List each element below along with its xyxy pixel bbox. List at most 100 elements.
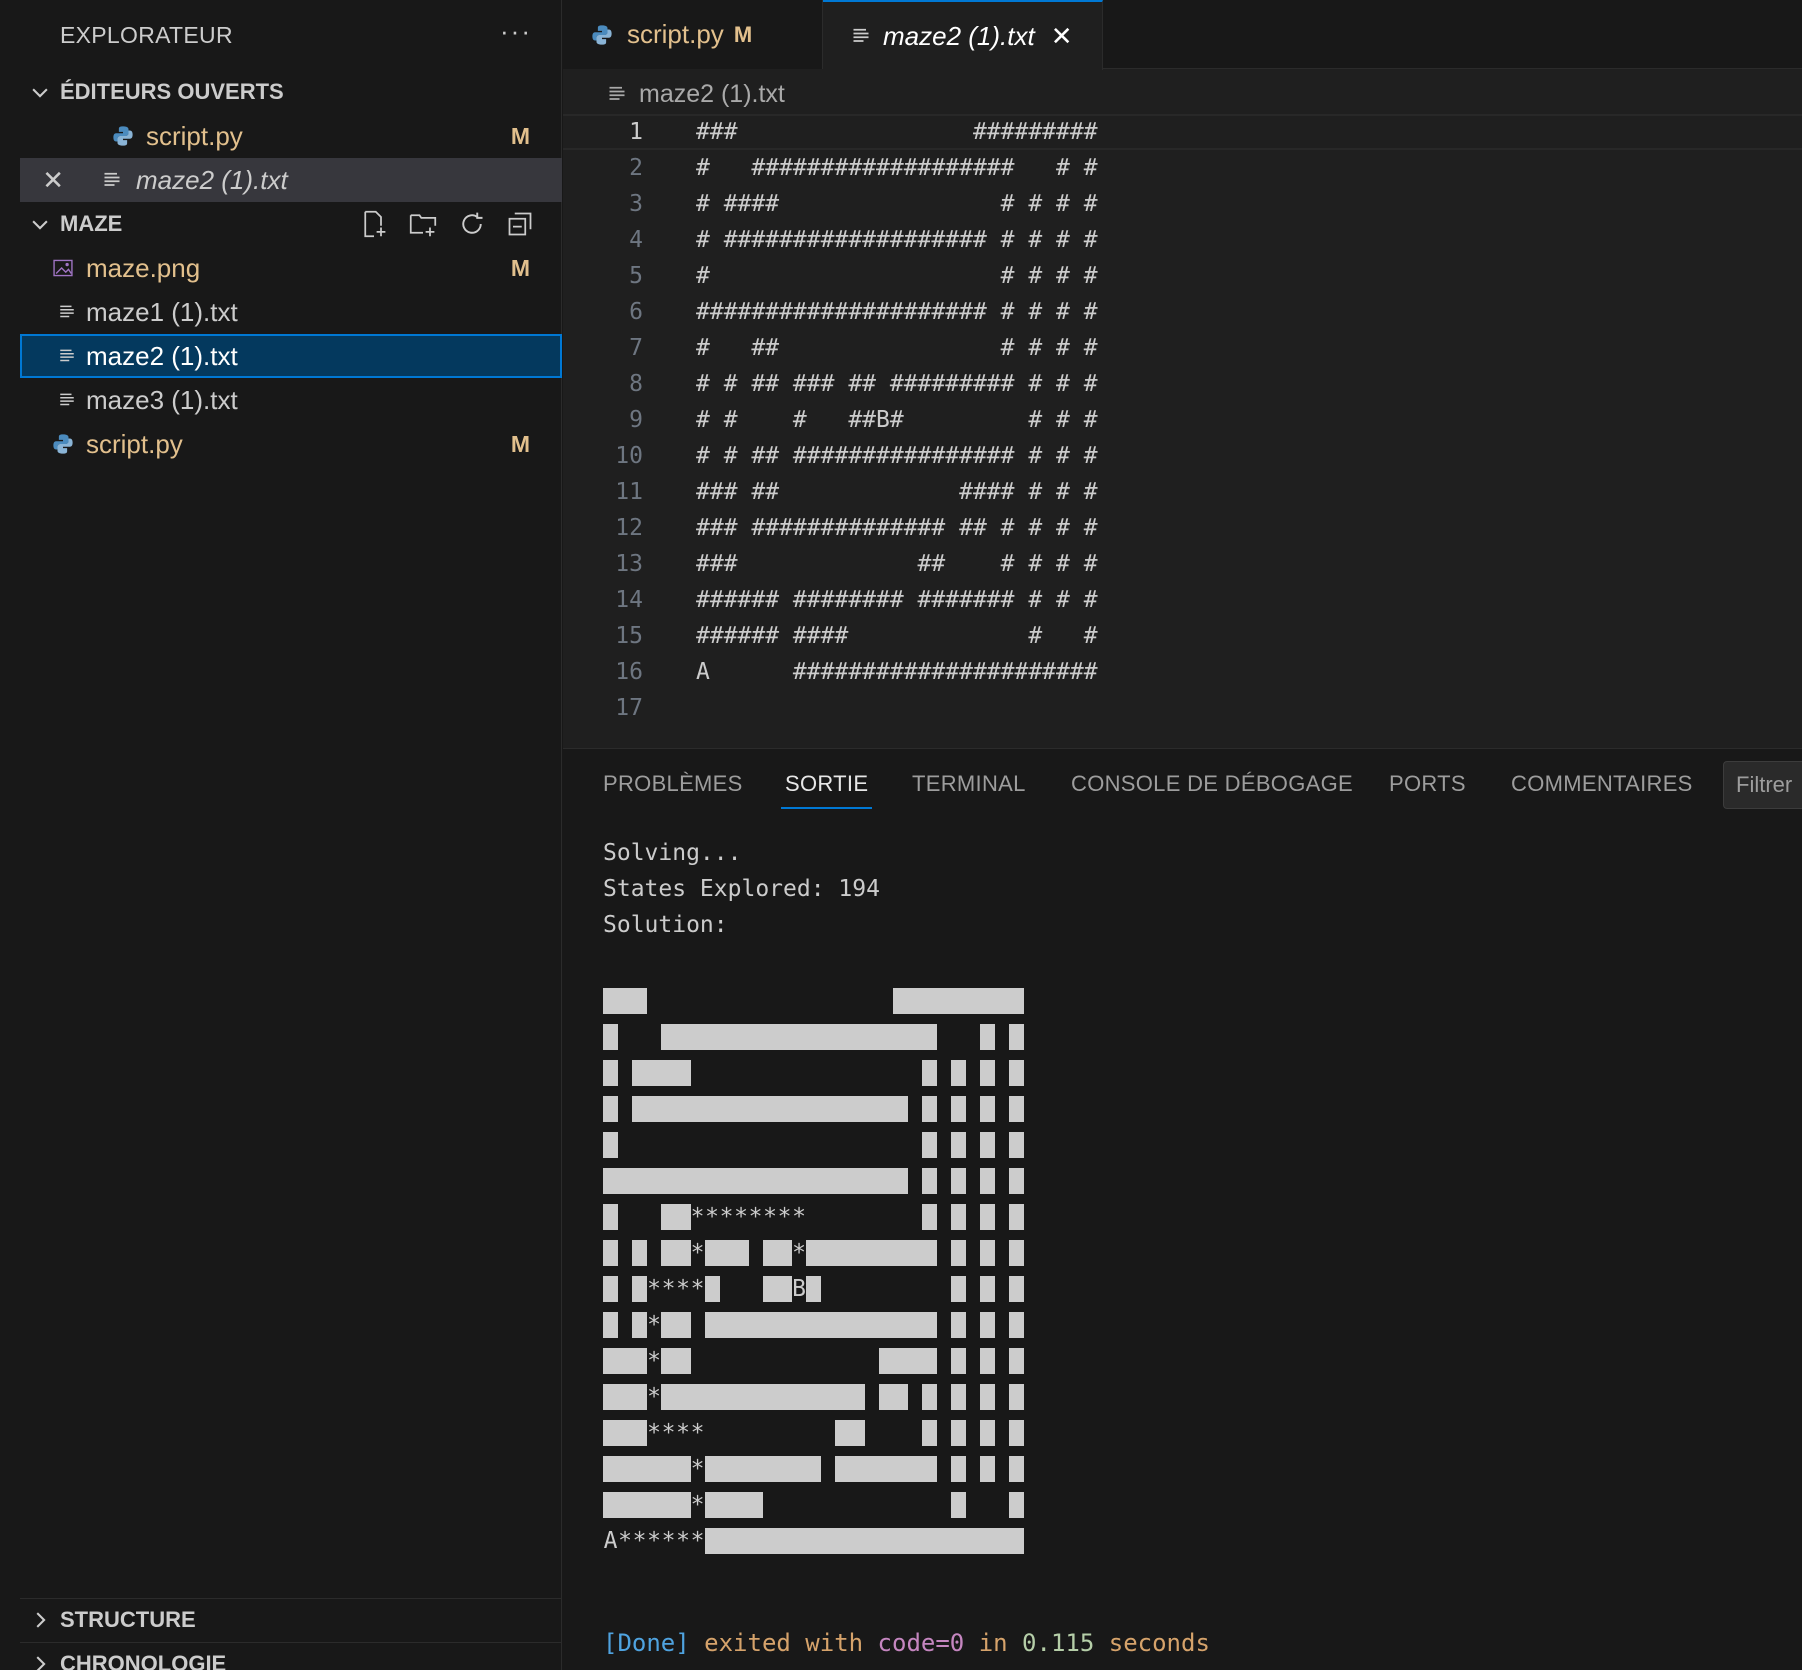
more-actions-button[interactable]: ··· bbox=[500, 16, 532, 47]
wall-cell bbox=[994, 1528, 1010, 1554]
code-line[interactable]: 12 ### ############## ## # # # # bbox=[563, 510, 1802, 546]
wall-cell bbox=[733, 1456, 749, 1482]
code-line[interactable]: 17 bbox=[563, 690, 1802, 726]
code-line[interactable]: 8 # # ## ### ## ######### # # # bbox=[563, 366, 1802, 402]
wall-cell bbox=[951, 1132, 967, 1158]
tab-output[interactable]: SORTIE bbox=[780, 771, 873, 809]
tab-terminal[interactable]: TERMINAL bbox=[912, 771, 1026, 797]
path-cell: * bbox=[647, 1420, 661, 1446]
wall-cell bbox=[661, 1096, 677, 1122]
wall-cell bbox=[661, 1240, 677, 1266]
path-cell: * bbox=[690, 1204, 705, 1230]
wall-cell bbox=[632, 1384, 648, 1410]
code-line[interactable]: 11 ### ## #### # # # bbox=[563, 474, 1802, 510]
done-text: exited with bbox=[689, 1629, 878, 1657]
code-line[interactable]: 10 # # ## ################ # # # bbox=[563, 438, 1802, 474]
panel-tabs: PROBLÈMES SORTIE TERMINAL CONSOLE DE DÉB… bbox=[563, 749, 1802, 819]
wall-cell bbox=[603, 988, 619, 1014]
code-line[interactable]: 4 # ################### # # # # bbox=[563, 222, 1802, 258]
tab-label: script.py bbox=[627, 19, 724, 49]
wall-cell bbox=[922, 988, 938, 1014]
tab-comments[interactable]: COMMENTAIRES bbox=[1511, 771, 1693, 797]
wall-cell bbox=[980, 1060, 996, 1086]
file-maze3[interactable]: maze3 (1).txt bbox=[20, 378, 562, 422]
line-number: 3 bbox=[629, 191, 643, 217]
tab-bar: script.py M maze2 (1).txt ✕ bbox=[563, 0, 1802, 70]
wall-cell bbox=[922, 1348, 938, 1374]
wall-cell bbox=[1009, 1204, 1025, 1230]
wall-cell bbox=[864, 1096, 880, 1122]
wall-cell bbox=[951, 1204, 967, 1230]
code-line[interactable]: 2 # ################### # # bbox=[563, 150, 1802, 186]
output-line: Solving... bbox=[603, 840, 742, 866]
tab-maze2[interactable]: maze2 (1).txt ✕ bbox=[823, 0, 1103, 70]
file-maze1[interactable]: maze1 (1).txt bbox=[20, 290, 562, 334]
path-cell: * bbox=[690, 1240, 705, 1266]
wall-cell bbox=[849, 1024, 865, 1050]
code-editor[interactable]: 1 ### ######### 2 # ################### # #… bbox=[563, 114, 1802, 726]
filter-input[interactable]: Filtrer bbox=[1723, 761, 1802, 809]
wall-cell bbox=[922, 1060, 938, 1086]
close-icon[interactable]: ✕ bbox=[20, 165, 64, 196]
wall-cell bbox=[791, 1528, 807, 1554]
code-line[interactable]: 15 ###### #### # # bbox=[563, 618, 1802, 654]
wall-cell bbox=[936, 988, 952, 1014]
wall-cell bbox=[893, 1348, 909, 1374]
tab-ports[interactable]: PORTS bbox=[1389, 771, 1466, 797]
wall-cell bbox=[849, 1312, 865, 1338]
code-line[interactable]: 5 # # # # # bbox=[563, 258, 1802, 294]
wall-cell bbox=[907, 1312, 923, 1338]
wall-cell bbox=[922, 1384, 938, 1410]
wall-cell bbox=[980, 1384, 996, 1410]
file-maze-png[interactable]: maze.png M bbox=[20, 246, 562, 290]
wall-cell bbox=[907, 988, 923, 1014]
output-line: Solution: bbox=[603, 912, 728, 938]
tab-debug-console[interactable]: CONSOLE DE DÉBOGAGE bbox=[1071, 771, 1353, 797]
maze-folder-header[interactable]: MAZE bbox=[20, 204, 562, 244]
file-maze2[interactable]: maze2 (1).txt bbox=[20, 334, 562, 378]
code-line[interactable]: 6 ##################### # # # # bbox=[563, 294, 1802, 330]
tab-problems[interactable]: PROBLÈMES bbox=[603, 771, 743, 797]
code-line[interactable]: 9 # # # ##B# # # # bbox=[563, 402, 1802, 438]
wall-cell bbox=[951, 1312, 967, 1338]
python-icon bbox=[52, 433, 86, 455]
new-file-icon[interactable] bbox=[360, 210, 388, 238]
close-icon[interactable]: ✕ bbox=[1051, 21, 1073, 52]
collapse-all-icon[interactable] bbox=[506, 210, 534, 238]
line-text: # # # # # bbox=[696, 263, 1098, 289]
structure-header[interactable]: STRUCTURE bbox=[20, 1598, 562, 1640]
wall-cell bbox=[951, 1384, 967, 1410]
code-line[interactable]: 7 # ## # # # # bbox=[563, 330, 1802, 366]
wall-cell bbox=[675, 1096, 691, 1122]
done-time: 0.115 bbox=[1022, 1629, 1095, 1657]
open-editor-maze2[interactable]: ✕ maze2 (1).txt bbox=[20, 158, 562, 202]
path-cell: * bbox=[734, 1204, 748, 1230]
python-icon bbox=[592, 24, 612, 45]
code-line[interactable]: 14 ###### ######## ####### # # # bbox=[563, 582, 1802, 618]
wall-cell bbox=[719, 1240, 735, 1266]
file-script-py[interactable]: script.py M bbox=[20, 422, 562, 466]
code-line[interactable]: 16 A ###################### bbox=[563, 654, 1802, 690]
breadcrumb-label: maze2 (1).txt bbox=[639, 79, 785, 108]
tab-script-py[interactable]: script.py M bbox=[563, 0, 823, 69]
path-cell: * bbox=[748, 1204, 763, 1230]
wall-cell bbox=[632, 1312, 648, 1338]
wall-cell bbox=[1009, 1456, 1025, 1482]
line-number: 4 bbox=[629, 227, 643, 253]
code-line[interactable]: 1 ### ######### bbox=[563, 114, 1802, 150]
done-text: in bbox=[964, 1629, 1023, 1657]
text-file-icon bbox=[58, 347, 86, 365]
breadcrumb[interactable]: maze2 (1).txt bbox=[607, 76, 785, 112]
code-line[interactable]: 13 ### ## # # # # bbox=[563, 546, 1802, 582]
new-folder-icon[interactable] bbox=[408, 210, 438, 238]
open-editors-header[interactable]: ÉDITEURS OUVERTS bbox=[20, 72, 562, 112]
wall-cell bbox=[603, 1456, 619, 1482]
wall-cell bbox=[632, 1456, 648, 1482]
refresh-icon[interactable] bbox=[458, 210, 486, 238]
wall-cell bbox=[646, 1096, 662, 1122]
wall-cell bbox=[704, 1456, 720, 1482]
line-text: ### ############## ## # # # # bbox=[696, 515, 1098, 541]
code-line[interactable]: 3 # #### # # # # bbox=[563, 186, 1802, 222]
open-editor-script-py[interactable]: script.py M bbox=[20, 114, 562, 158]
timeline-header[interactable]: CHRONOLOGIE bbox=[20, 1642, 562, 1670]
